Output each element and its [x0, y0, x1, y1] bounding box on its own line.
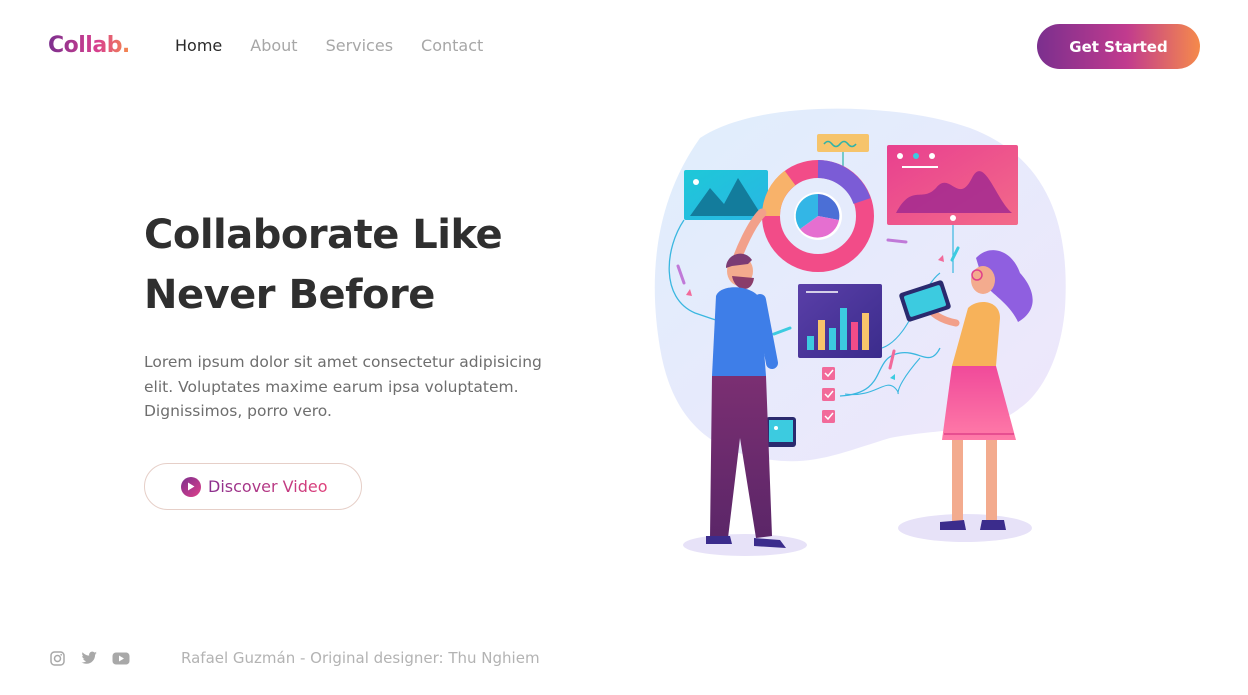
main-nav: Home About Services Contact — [175, 36, 483, 55]
nav-item-services[interactable]: Services — [326, 36, 393, 55]
nav-item-home[interactable]: Home — [175, 36, 222, 55]
hero-description: Lorem ipsum dolor sit amet consectetur a… — [144, 353, 542, 420]
twitter-icon[interactable] — [80, 650, 98, 666]
hero-illustration — [654, 108, 1066, 556]
nav-item-about[interactable]: About — [250, 36, 297, 55]
nav-item-contact[interactable]: Contact — [421, 36, 483, 55]
logo[interactable]: Collab. — [48, 33, 130, 58]
discover-video-label: Discover Video — [208, 477, 328, 496]
hero-title: Collaborate Like Never Before — [144, 205, 604, 325]
get-started-button[interactable]: Get Started — [1037, 24, 1200, 69]
youtube-icon[interactable] — [112, 650, 130, 666]
instagram-icon[interactable] — [48, 650, 66, 666]
discover-video-button[interactable]: Discover Video — [144, 463, 362, 510]
social-links — [48, 650, 130, 666]
landing-page: Collab. Home About Services Contact Get … — [0, 0, 1248, 695]
footer-credit: Rafael Guzmán - Original designer: Thu N… — [181, 649, 540, 667]
play-icon — [181, 476, 201, 497]
hero-title-line-2: Never Before — [144, 272, 435, 318]
hero-title-line-1: Collaborate Like — [144, 212, 503, 258]
